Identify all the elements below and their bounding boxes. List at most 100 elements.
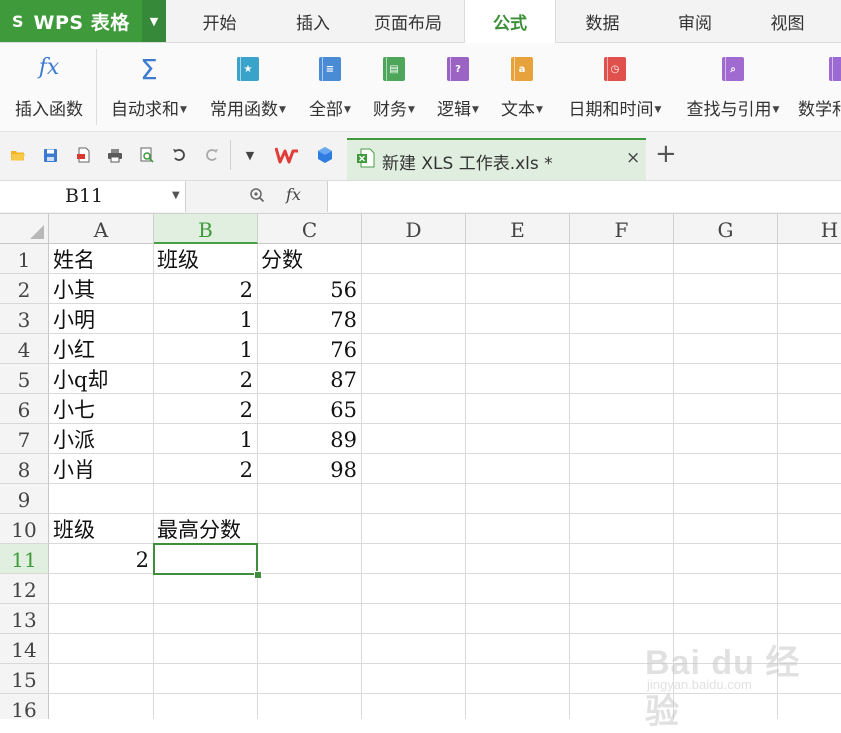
row-header-16[interactable]: 16 — [0, 694, 49, 719]
text-functions-button[interactable]: a 文本▼ — [492, 43, 552, 131]
cell-c1[interactable]: 分数 — [257, 244, 361, 274]
cell-c3[interactable]: 78 — [257, 304, 361, 334]
cell-a1[interactable]: 姓名 — [49, 244, 153, 274]
row-header-3[interactable]: 3 — [0, 304, 49, 334]
print-icon[interactable] — [106, 146, 124, 164]
logic-button[interactable]: ? 逻辑▼ — [428, 43, 488, 131]
row-header-7[interactable]: 7 — [0, 424, 49, 454]
cell-a2[interactable]: 小其 — [49, 274, 153, 304]
cell-a11[interactable]: 2 — [49, 544, 153, 574]
ribbon-divider — [96, 49, 97, 125]
wps-home-icon[interactable] — [274, 146, 300, 164]
lookup-icon: ⌕ — [722, 57, 744, 81]
cloud-box-icon[interactable] — [316, 146, 334, 164]
row-header-9[interactable]: 9 — [0, 484, 49, 514]
wps-app-button[interactable]: S WPS 表格 ▼ — [0, 0, 166, 42]
tab-start[interactable]: 开始 — [166, 0, 273, 42]
column-header-d[interactable]: D — [362, 214, 466, 244]
cell-a10[interactable]: 班级 — [49, 514, 153, 544]
row-header-12[interactable]: 12 — [0, 574, 49, 604]
tab-insert[interactable]: 插入 — [273, 0, 353, 42]
row-header-5[interactable]: 5 — [0, 364, 49, 394]
cell-b10[interactable]: 最高分数 — [153, 514, 283, 544]
column-header-e[interactable]: E — [466, 214, 570, 244]
datetime-label: 日期和时间 — [568, 100, 654, 120]
cell-b4[interactable]: 1 — [153, 334, 257, 364]
cell-c5[interactable]: 87 — [257, 364, 361, 394]
column-header-c[interactable]: C — [258, 214, 362, 244]
row-header-6[interactable]: 6 — [0, 394, 49, 424]
cell-b2[interactable]: 2 — [153, 274, 257, 304]
cell-b7[interactable]: 1 — [153, 424, 257, 454]
sigma-icon: Σ — [140, 53, 158, 86]
common-functions-button[interactable]: ★ 常用函数▼ — [200, 43, 296, 131]
gridline — [465, 244, 466, 719]
customize-chevron-down-icon[interactable]: ▼ — [241, 146, 259, 164]
close-tab-icon[interactable]: × — [626, 148, 640, 168]
tab-formulas[interactable]: 公式 — [464, 0, 556, 43]
cell-b6[interactable]: 2 — [153, 394, 257, 424]
new-tab-plus-icon[interactable]: + — [655, 141, 677, 167]
formula-input[interactable] — [327, 181, 841, 212]
undo-icon[interactable] — [170, 146, 188, 164]
export-pdf-icon[interactable] — [74, 146, 92, 164]
tab-page-layout[interactable]: 页面布局 — [353, 0, 463, 42]
redo-icon[interactable] — [202, 146, 220, 164]
cell-a7[interactable]: 小派 — [49, 424, 153, 454]
cell-a3[interactable]: 小明 — [49, 304, 153, 334]
fill-handle[interactable] — [254, 571, 262, 579]
cell-c7[interactable]: 89 — [257, 424, 361, 454]
all-functions-button[interactable]: ≡ 全部▼ — [300, 43, 360, 131]
column-header-h[interactable]: H — [778, 214, 841, 244]
finance-button[interactable]: ▤ 财务▼ — [364, 43, 424, 131]
lookup-reference-button[interactable]: ⌕ 查找与引用▼ — [676, 43, 790, 131]
print-preview-icon[interactable] — [138, 146, 156, 164]
cell-c8[interactable]: 98 — [257, 454, 361, 484]
insert-function-button[interactable]: fx 插入函数 — [4, 43, 94, 131]
row-header-2[interactable]: 2 — [0, 274, 49, 304]
formulas-ribbon: fx 插入函数 Σ 自动求和▼ ★ 常用函数▼ ≡ 全部▼ ▤ 财务▼ ? 逻辑… — [0, 43, 841, 132]
cell-a5[interactable]: 小q却 — [49, 364, 153, 394]
name-box[interactable]: B11 ▼ — [0, 181, 186, 212]
fx-icon: fx — [38, 55, 60, 80]
row-header-1[interactable]: 1 — [0, 244, 49, 274]
app-menu-chevron-down-icon[interactable]: ▼ — [142, 0, 166, 42]
spreadsheet-grid[interactable]: A B C D E F G H 1 2 3 4 5 6 7 8 9 10 11 … — [0, 214, 841, 719]
tab-review[interactable]: 审阅 — [650, 0, 740, 42]
cell-b8[interactable]: 2 — [153, 454, 257, 484]
math-trig-button[interactable]: 数学和 — [796, 43, 841, 131]
row-header-13[interactable]: 13 — [0, 604, 49, 634]
row-header-14[interactable]: 14 — [0, 634, 49, 664]
select-all-corner[interactable] — [0, 214, 49, 244]
cell-a4[interactable]: 小红 — [49, 334, 153, 364]
cell-c4[interactable]: 76 — [257, 334, 361, 364]
cell-b1[interactable]: 班级 — [153, 244, 257, 274]
save-icon[interactable] — [41, 146, 59, 164]
row-header-15[interactable]: 15 — [0, 664, 49, 694]
math-trig-label: 数学和 — [798, 100, 841, 120]
autosum-button[interactable]: Σ 自动求和▼ — [103, 43, 195, 131]
name-box-chevron-down-icon[interactable]: ▼ — [172, 190, 180, 201]
tab-view[interactable]: 视图 — [740, 0, 835, 42]
active-cell-b11[interactable] — [153, 543, 258, 575]
document-tab[interactable]: 新建 XLS 工作表.xls * × — [347, 138, 646, 180]
cell-c2[interactable]: 56 — [257, 274, 361, 304]
cell-a8[interactable]: 小肖 — [49, 454, 153, 484]
column-header-a[interactable]: A — [49, 214, 154, 244]
cell-c6[interactable]: 65 — [257, 394, 361, 424]
datetime-button[interactable]: ◷ 日期和时间▼ — [558, 43, 672, 131]
cell-b5[interactable]: 2 — [153, 364, 257, 394]
zoom-magnifier-icon[interactable] — [249, 187, 265, 207]
insert-function-fx-icon[interactable]: fx — [286, 185, 301, 204]
row-header-11[interactable]: 11 — [0, 544, 49, 574]
cell-b3[interactable]: 1 — [153, 304, 257, 334]
row-header-4[interactable]: 4 — [0, 334, 49, 364]
cell-a6[interactable]: 小七 — [49, 394, 153, 424]
tab-data[interactable]: 数据 — [555, 0, 650, 42]
column-header-b[interactable]: B — [154, 214, 258, 244]
row-header-8[interactable]: 8 — [0, 454, 49, 484]
column-header-g[interactable]: G — [674, 214, 778, 244]
column-header-f[interactable]: F — [570, 214, 674, 244]
row-header-10[interactable]: 10 — [0, 514, 49, 544]
open-folder-icon[interactable] — [9, 146, 27, 164]
